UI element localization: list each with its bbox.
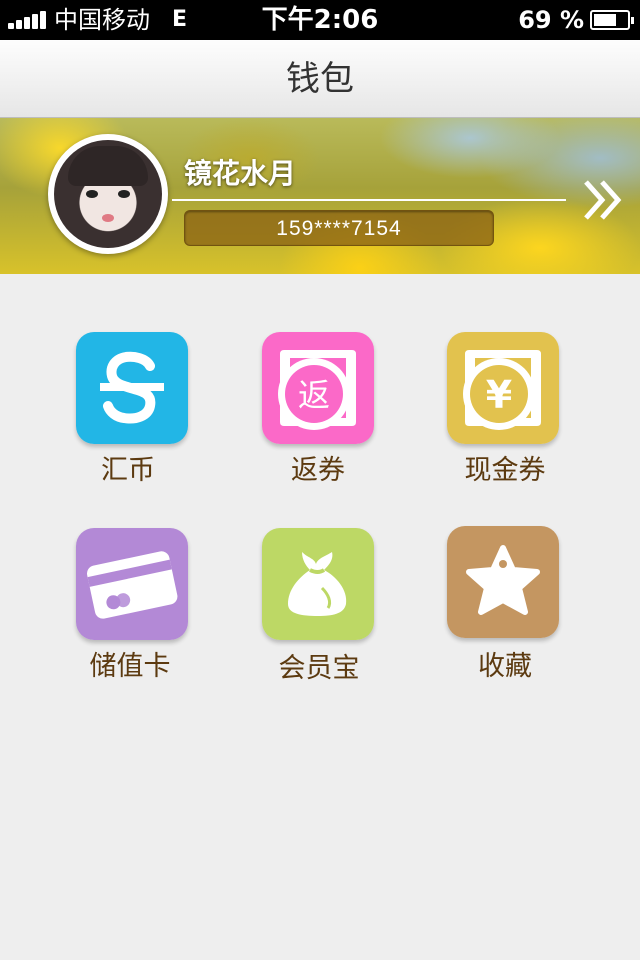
profile-banner[interactable]: 镜花水月 159****7154 bbox=[0, 118, 640, 274]
username: 镜花水月 bbox=[184, 157, 297, 190]
rebate-coupon-label: 返券 bbox=[291, 455, 345, 486]
card-icon bbox=[76, 528, 188, 640]
rebate-coupon-icon: 返 bbox=[262, 332, 374, 444]
rebate-glyph: 返 bbox=[298, 376, 330, 414]
double-chevron-right-icon[interactable] bbox=[582, 178, 628, 222]
divider bbox=[172, 199, 566, 201]
member-treasure-label: 会员宝 bbox=[278, 653, 360, 684]
phone-number: 159****7154 bbox=[184, 210, 494, 246]
yen-coupon-icon: ¥ bbox=[447, 332, 559, 444]
cash-coupon-button[interactable]: ¥ bbox=[447, 332, 559, 444]
cash-coupon-label: 现金券 bbox=[464, 455, 546, 486]
member-treasure-button[interactable] bbox=[262, 528, 374, 640]
rebate-coupon-button[interactable]: 返 bbox=[262, 332, 374, 444]
stored-value-card-label: 储值卡 bbox=[89, 651, 171, 682]
stored-value-card-button[interactable] bbox=[76, 528, 188, 640]
nav-bar: 钱包 bbox=[0, 40, 640, 118]
yen-glyph: ¥ bbox=[486, 373, 512, 417]
battery-percent: 69 % bbox=[518, 6, 584, 34]
huibi-button[interactable] bbox=[76, 332, 188, 444]
avatar[interactable] bbox=[48, 134, 168, 254]
huibi-label: 汇币 bbox=[101, 455, 155, 486]
favorites-label: 收藏 bbox=[478, 651, 532, 682]
status-bar: 中国移动 E 下午2:06 69 % bbox=[0, 0, 640, 40]
battery-icon bbox=[590, 10, 634, 30]
star-tag-icon bbox=[447, 526, 559, 638]
currency-s-icon bbox=[76, 332, 188, 444]
favorites-button[interactable] bbox=[447, 526, 559, 638]
page-title: 钱包 bbox=[286, 59, 354, 99]
money-bag-icon bbox=[262, 528, 374, 640]
